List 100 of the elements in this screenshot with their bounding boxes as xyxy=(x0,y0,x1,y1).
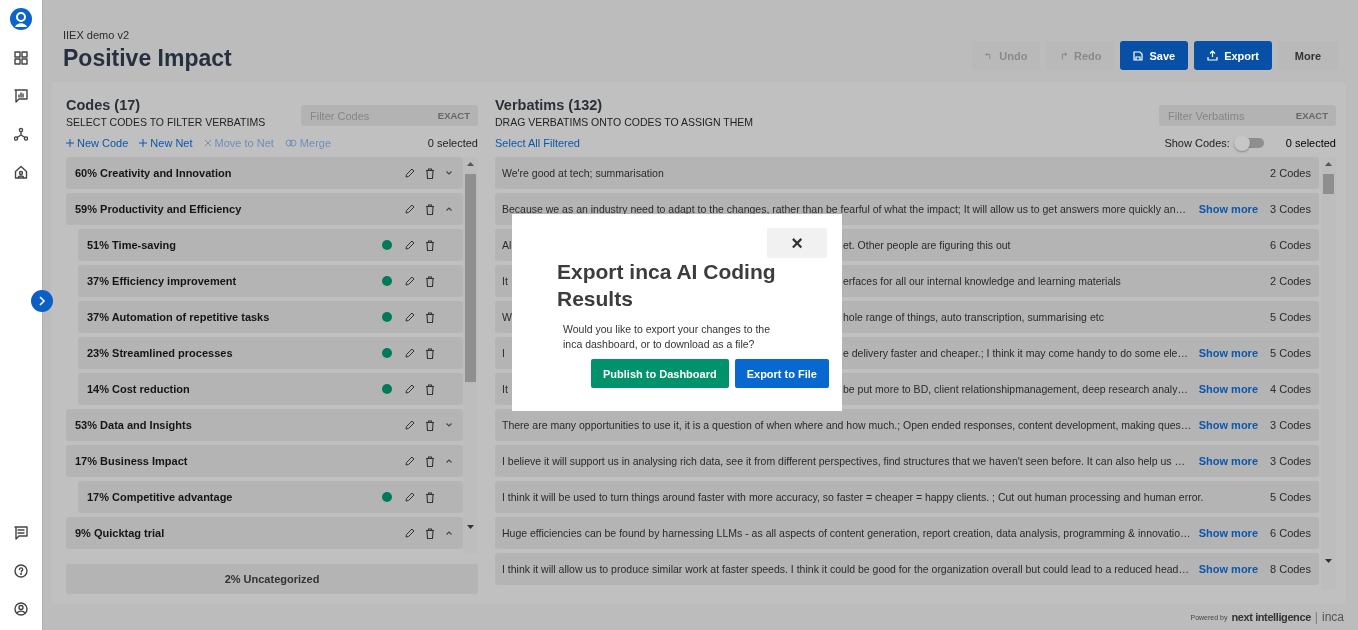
cross-arrows-icon xyxy=(203,139,212,147)
code-row[interactable]: 59% Productivity and Efficiency xyxy=(66,193,463,225)
verbatim-text: Because we as an industry need to adapt to the changes, rather than be fearful of what the impact; It will allow us to get answers more quickly an… xyxy=(502,203,1188,215)
page-title: Positive Impact xyxy=(63,45,232,72)
pencil-icon[interactable] xyxy=(404,491,415,503)
code-count: 6 Codes xyxy=(1270,527,1311,539)
export-file-button[interactable]: Export to File xyxy=(734,359,829,388)
save-icon xyxy=(1133,50,1144,61)
home-icon[interactable] xyxy=(14,165,28,179)
pencil-icon[interactable] xyxy=(404,203,415,215)
trash-icon[interactable] xyxy=(425,203,435,215)
chevron-right-icon xyxy=(38,296,46,306)
pencil-icon[interactable] xyxy=(404,455,415,467)
verbatim-text: W xyxy=(502,311,512,323)
verbatim-row[interactable]: I believe it will support us in analysing rich data, see it from different perspectives, find structures that we haven't seen before. It can also help us … Show more 3 Codes xyxy=(495,445,1319,477)
verbatim-row[interactable]: I think it will allow us to produce similar work at faster speeds. I think it could be good for the organization overall but could lead to a reduced head… Show more 8 Codes xyxy=(495,553,1319,585)
verbatim-row[interactable]: We're good at tech; summarisation 2 Codes xyxy=(495,157,1319,189)
pencil-icon[interactable] xyxy=(404,383,415,395)
verbatim-text: We're good at tech; summarisation xyxy=(502,167,665,179)
trash-icon[interactable] xyxy=(425,167,435,179)
selected-count: 0 selected xyxy=(427,137,478,149)
verbatim-row[interactable]: Huge efficiencies can be found by harnessing LLMs - as all aspects of content generation, report creation, data analysis, programming & innovatio… Show more 6 Codes xyxy=(495,517,1319,549)
close-button[interactable]: × xyxy=(767,228,827,258)
chevron-up-icon[interactable] xyxy=(445,530,453,536)
code-row[interactable]: 37% Automation of repetitive tasks xyxy=(78,301,463,333)
verbatim-text: hole range of things, auto transcription, summarising etc xyxy=(843,311,1105,323)
publish-button[interactable]: Publish to Dashboard xyxy=(591,359,729,388)
show-codes-switch[interactable] xyxy=(1235,138,1264,148)
code-count: 5 Codes xyxy=(1270,347,1311,359)
panel-title: Verbatims (132) xyxy=(495,97,604,113)
trash-icon[interactable] xyxy=(425,455,435,467)
code-count: 5 Codes xyxy=(1270,311,1311,323)
pencil-icon[interactable] xyxy=(404,275,415,287)
merge-circles-icon xyxy=(284,139,297,147)
code-count: 2 Codes xyxy=(1270,275,1311,287)
verbatim-text: et. Other people are figuring this out xyxy=(843,239,1012,251)
save-button[interactable]: Save xyxy=(1120,41,1189,70)
chevron-up-icon[interactable] xyxy=(445,458,453,464)
verbatim-row[interactable]: There are many opportunities to use it, it is a question of when where and how much.; Open ended responses, content development, making ques… Show more 3 Codes xyxy=(495,409,1319,441)
avatar-icon[interactable] xyxy=(10,8,32,30)
add-link[interactable]: New Net xyxy=(139,137,193,149)
verbatim-text: erfaces for all our internal knowledge and learning materials xyxy=(843,275,1122,287)
code-row[interactable]: 51% Time-saving xyxy=(78,229,463,261)
code-count: 2 Codes xyxy=(1270,167,1311,179)
code-row[interactable]: 60% Creativity and Innovation xyxy=(66,157,463,189)
brand-logo: next intelligence xyxy=(1231,611,1311,623)
uncategorized-item[interactable]: 2% Uncategorized xyxy=(66,564,478,594)
verbatim-text: e delivery faster and cheaper.; I think it may come handy to do some ele… xyxy=(843,347,1189,359)
network-icon[interactable] xyxy=(14,127,28,141)
verbatim-text: I believe it will support us in analysing rich data, see it from different perspectives, find structures that we haven't seen before. It can also help us … xyxy=(502,455,1186,467)
panel-title: Codes (17) xyxy=(66,97,142,113)
verbatim-row[interactable]: I think it will be used to turn things around faster with more accuracy, so faster = cheaper = happy clients. ; Cut out human processing and human error. 5 Codes xyxy=(495,481,1319,513)
trash-icon[interactable] xyxy=(425,491,435,503)
trash-icon[interactable] xyxy=(425,239,435,251)
add-link[interactable]: New Code xyxy=(66,137,129,149)
code-row[interactable]: 17% Business Impact xyxy=(66,445,463,477)
code-count: 8 Codes xyxy=(1270,563,1311,575)
pencil-icon[interactable] xyxy=(404,527,415,539)
pencil-icon[interactable] xyxy=(404,347,415,359)
help-icon[interactable] xyxy=(14,564,28,578)
pencil-icon[interactable] xyxy=(404,239,415,251)
export-button[interactable]: Export xyxy=(1194,41,1272,70)
message-icon[interactable] xyxy=(14,526,28,540)
trash-icon[interactable] xyxy=(425,275,435,287)
code-count: 4 Codes xyxy=(1270,383,1311,395)
chevron-down-icon[interactable] xyxy=(445,422,453,428)
trash-icon[interactable] xyxy=(425,347,435,359)
pencil-icon[interactable] xyxy=(404,167,415,179)
trash-icon[interactable] xyxy=(425,311,435,323)
code-row[interactable]: 37% Efficiency improvement xyxy=(78,265,463,297)
grid-icon[interactable] xyxy=(14,51,28,65)
pencil-icon[interactable] xyxy=(404,419,415,431)
trash-icon[interactable] xyxy=(425,419,435,431)
code-count: 3 Codes xyxy=(1270,203,1311,215)
pencil-icon[interactable] xyxy=(404,311,415,323)
chevron-up-icon[interactable] xyxy=(445,206,453,212)
code-count: 3 Codes xyxy=(1270,419,1311,431)
select-all-link[interactable]: Select All Filtered xyxy=(495,137,580,149)
redo-icon xyxy=(1059,50,1068,61)
chart-bubble-icon[interactable] xyxy=(14,89,28,103)
plus-icon xyxy=(66,139,74,147)
code-row[interactable]: 14% Cost reduction xyxy=(78,373,463,405)
code-row[interactable]: 17% Competitive advantage xyxy=(78,481,463,513)
panel-subtitle: DRAG VERBATIMS ONTO CODES TO ASSIGN THEM xyxy=(495,116,754,128)
trash-icon[interactable] xyxy=(425,383,435,395)
code-count: 6 Codes xyxy=(1270,239,1311,251)
product-logo: inca xyxy=(1322,610,1344,624)
code-row[interactable]: 53% Data and Insights xyxy=(66,409,463,441)
user-icon[interactable] xyxy=(14,602,28,616)
code-row[interactable]: 9% Quicktag trial xyxy=(66,517,463,549)
verbatim-text: Al xyxy=(502,239,512,251)
expand-sidebar-button[interactable] xyxy=(31,290,53,312)
verbatim-text: be put more to BD, client relationshipmanagement, deep research analy… xyxy=(843,383,1189,395)
trash-icon[interactable] xyxy=(425,527,435,539)
code-row[interactable]: 23% Streamlined processes xyxy=(78,337,463,369)
project-name: IIEX demo v2 xyxy=(63,29,131,41)
verbatim-text: I think it will be used to turn things around faster with more accuracy, so faster = cheaper = happy clients. ; Cut out human processing and human error. xyxy=(502,491,1205,503)
plus-icon xyxy=(139,139,148,147)
panel-subtitle: SELECT CODES TO FILTER VERBATIMS xyxy=(66,116,266,128)
chevron-down-icon[interactable] xyxy=(445,170,453,176)
